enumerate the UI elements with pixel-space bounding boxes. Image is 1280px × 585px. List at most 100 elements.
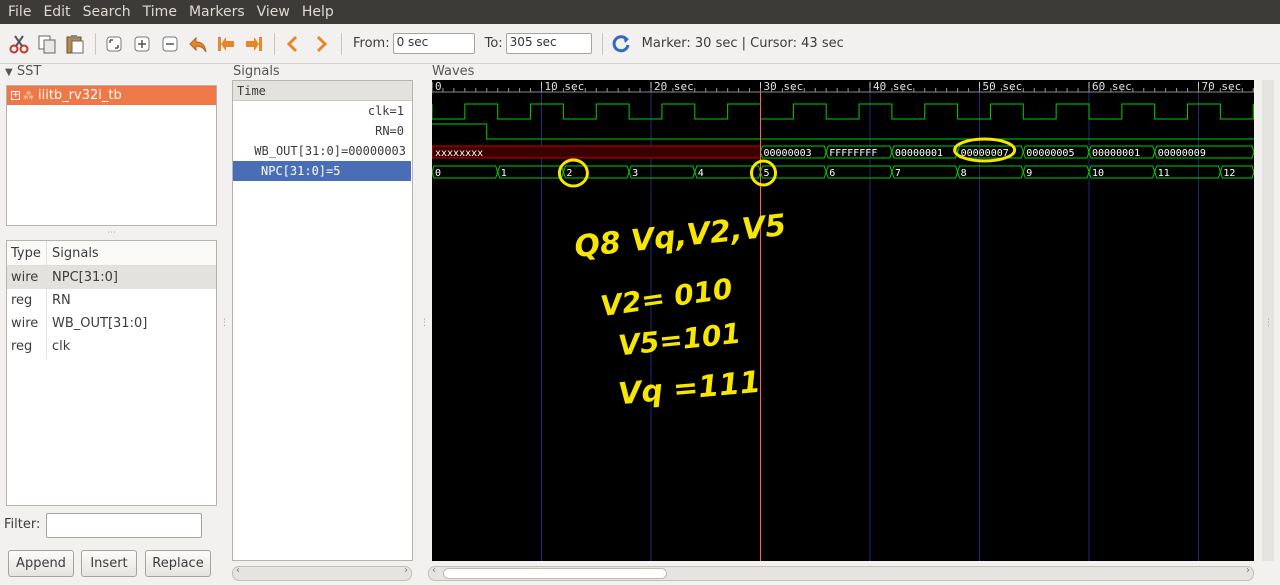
sst-label[interactable]: ▼ SST [5, 64, 41, 79]
npc-segment [562, 165, 630, 179]
timeline-tick-label: 50 sec [983, 80, 1023, 93]
waves-hscrollbar[interactable]: ‹ › [428, 565, 1254, 581]
signals-hscrollbar[interactable]: ‹ › [232, 565, 412, 581]
signal-type: wire [7, 312, 47, 335]
toolbar: From: 0 sec To: 305 sec Marker: 30 sec |… [0, 24, 1280, 64]
npc-value-label: 9 [1026, 168, 1032, 179]
sst-label-text: SST [16, 64, 42, 79]
wb-out-value-label: 00000001 [1092, 148, 1140, 159]
sst-tree-root[interactable]: + ⁂ iiitb_rv32i_tb [7, 86, 216, 105]
signal-name: WB_OUT[31:0] [52, 316, 148, 331]
toolbar-separator [274, 32, 275, 55]
signal-name: NPC[31:0] [261, 164, 327, 178]
waves-pane[interactable]: 0 10 sec 20 sec 30 sec 40 sec 50 sec 60 sec 70 … [432, 80, 1254, 561]
table-row[interactable]: wire NPC[31:0] [7, 266, 216, 289]
menu-time[interactable]: Time [137, 4, 183, 20]
npc-value-label: 8 [961, 168, 967, 179]
waves-vscrollbar[interactable]: ⋮ [1262, 80, 1274, 561]
sst-tree[interactable]: + ⁂ iiitb_rv32i_tb [6, 85, 217, 226]
signals-pane[interactable]: Time clk =1 RN =0 WB_OUT[31:0] =00000003 NP… [232, 80, 413, 561]
append-button[interactable]: Append [8, 550, 74, 577]
signal-value: =0 [389, 124, 404, 138]
clk-waveform [432, 103, 1254, 120]
signal-type: reg [7, 335, 47, 358]
to-label: To: [484, 36, 503, 51]
signals-pane-label: Signals [233, 64, 280, 79]
menu-bar: File Edit Search Time Markers View Help [0, 0, 1280, 24]
pane-divider-grip[interactable]: ⋮ [420, 318, 429, 328]
signals-column-header[interactable]: Signals [47, 246, 99, 261]
signal-row-npc[interactable]: NPC[31:0] =5 [233, 161, 411, 181]
filter-input[interactable] [46, 513, 202, 538]
table-row[interactable]: reg RN [7, 289, 216, 312]
npc-value-label: 4 [698, 168, 704, 179]
time-row[interactable]: Time [233, 81, 412, 101]
pane-divider-grip[interactable]: ⋯ [107, 228, 116, 238]
reload-icon[interactable] [608, 31, 634, 57]
npc-value-label: 7 [895, 168, 901, 179]
from-input[interactable]: 0 sec [392, 33, 475, 54]
signal-row-rn[interactable]: RN =0 [233, 121, 412, 141]
npc-segment [497, 165, 564, 179]
menu-view[interactable]: View [251, 4, 296, 20]
paste-icon[interactable] [62, 31, 88, 57]
zoom-start-icon[interactable] [213, 31, 239, 57]
npc-value-label: 5 [764, 168, 770, 179]
menu-file[interactable]: File [2, 4, 37, 20]
toolbar-separator [341, 32, 342, 55]
signal-name: NPC[31:0] [52, 270, 118, 285]
pane-divider-grip[interactable]: ⋮ [220, 318, 229, 328]
scroll-grip: ⋮ [1264, 318, 1273, 328]
undo-zoom-icon[interactable] [185, 31, 211, 57]
menu-search[interactable]: Search [77, 4, 137, 20]
timeline-tick-label: 20 sec [654, 80, 694, 93]
npc-segment [432, 165, 499, 179]
npc-value-label: 0 [435, 168, 441, 179]
npc-segment [891, 165, 959, 179]
signal-value: =5 [326, 164, 341, 178]
signal-name: WB_OUT[31:0] [254, 144, 341, 158]
npc-value-label: 1 [501, 168, 507, 179]
replace-button[interactable]: Replace [145, 550, 211, 577]
expander-triangle-icon: ▼ [5, 67, 13, 78]
wb-out-value-label: xxxxxxxx [435, 148, 483, 159]
to-input[interactable]: 305 sec [505, 33, 592, 54]
npc-segment [825, 165, 893, 179]
menu-edit[interactable]: Edit [37, 4, 76, 20]
signal-name: RN [52, 293, 71, 308]
scroll-left-icon[interactable]: ‹ [432, 565, 436, 576]
scroll-thumb[interactable] [443, 568, 667, 579]
signal-row-wb-out[interactable]: WB_OUT[31:0] =00000003 [233, 141, 412, 161]
wb-out-value-label: 00000005 [1026, 148, 1074, 159]
signal-row-clk[interactable]: clk =1 [233, 101, 412, 121]
signal-name: clk [367, 104, 390, 118]
cut-icon[interactable] [6, 31, 32, 57]
scroll-right-icon[interactable]: › [404, 565, 408, 576]
zoom-out-icon[interactable] [157, 31, 183, 57]
npc-value-label: 12 [1223, 168, 1235, 179]
wb-out-value-label: 00000007 [961, 148, 1009, 159]
copy-icon[interactable] [34, 31, 60, 57]
prev-edge-icon[interactable] [280, 31, 306, 57]
expand-box-icon[interactable]: + [11, 91, 20, 100]
rn-waveform [432, 123, 1254, 140]
zoom-end-icon[interactable] [241, 31, 267, 57]
zoom-fit-icon[interactable] [101, 31, 127, 57]
insert-button[interactable]: Insert [81, 550, 137, 577]
scroll-left-icon[interactable]: ‹ [236, 565, 240, 576]
menu-markers[interactable]: Markers [183, 4, 251, 20]
signal-value: =1 [389, 104, 404, 118]
menu-help[interactable]: Help [296, 4, 340, 20]
timeline-tick-label: 0 [435, 80, 442, 93]
toolbar-separator [95, 32, 96, 55]
table-row[interactable]: reg clk [7, 335, 216, 358]
timeline-tick-label: 60 sec [1092, 80, 1132, 93]
type-column-header[interactable]: Type [7, 241, 47, 265]
filter-label: Filter: [4, 517, 41, 532]
waveform-canvas[interactable]: 0 10 sec 20 sec 30 sec 40 sec 50 sec 60 sec 70 … [432, 80, 1254, 561]
next-edge-icon[interactable] [308, 31, 334, 57]
zoom-in-icon[interactable] [129, 31, 155, 57]
scroll-right-icon[interactable]: › [1246, 565, 1250, 576]
table-row[interactable]: wire WB_OUT[31:0] [7, 312, 216, 335]
waves-pane-label: Waves [432, 64, 475, 79]
